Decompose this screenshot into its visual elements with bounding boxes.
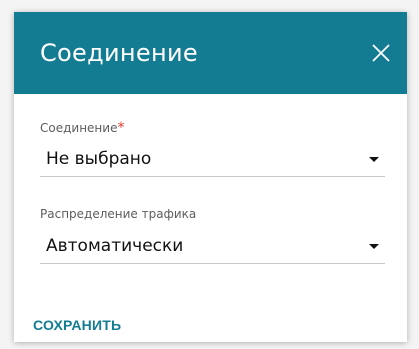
connection-select[interactable]: Не выбрано [40, 142, 385, 177]
connection-label: Соединение* [40, 120, 124, 136]
dialog-title: Соединение [40, 39, 198, 67]
connection-dialog: Соединение Соединение* Не выбрано Распре… [14, 12, 407, 342]
chevron-down-icon [369, 244, 379, 249]
chevron-down-icon [369, 157, 379, 162]
close-icon[interactable] [370, 42, 392, 64]
connection-label-text: Соединение [40, 121, 118, 135]
background: Соединение Соединение* Не выбрано Распре… [0, 0, 419, 349]
save-button[interactable]: СОХРАНИТЬ [33, 317, 121, 333]
traffic-distribution-select[interactable]: Автоматически [40, 229, 385, 264]
required-mark: * [117, 120, 125, 136]
connection-select-value: Не выбрано [46, 149, 152, 169]
traffic-distribution-label: Распределение трафика [40, 207, 197, 221]
dialog-header: Соединение [14, 12, 407, 94]
traffic-distribution-select-value: Автоматически [46, 236, 184, 256]
